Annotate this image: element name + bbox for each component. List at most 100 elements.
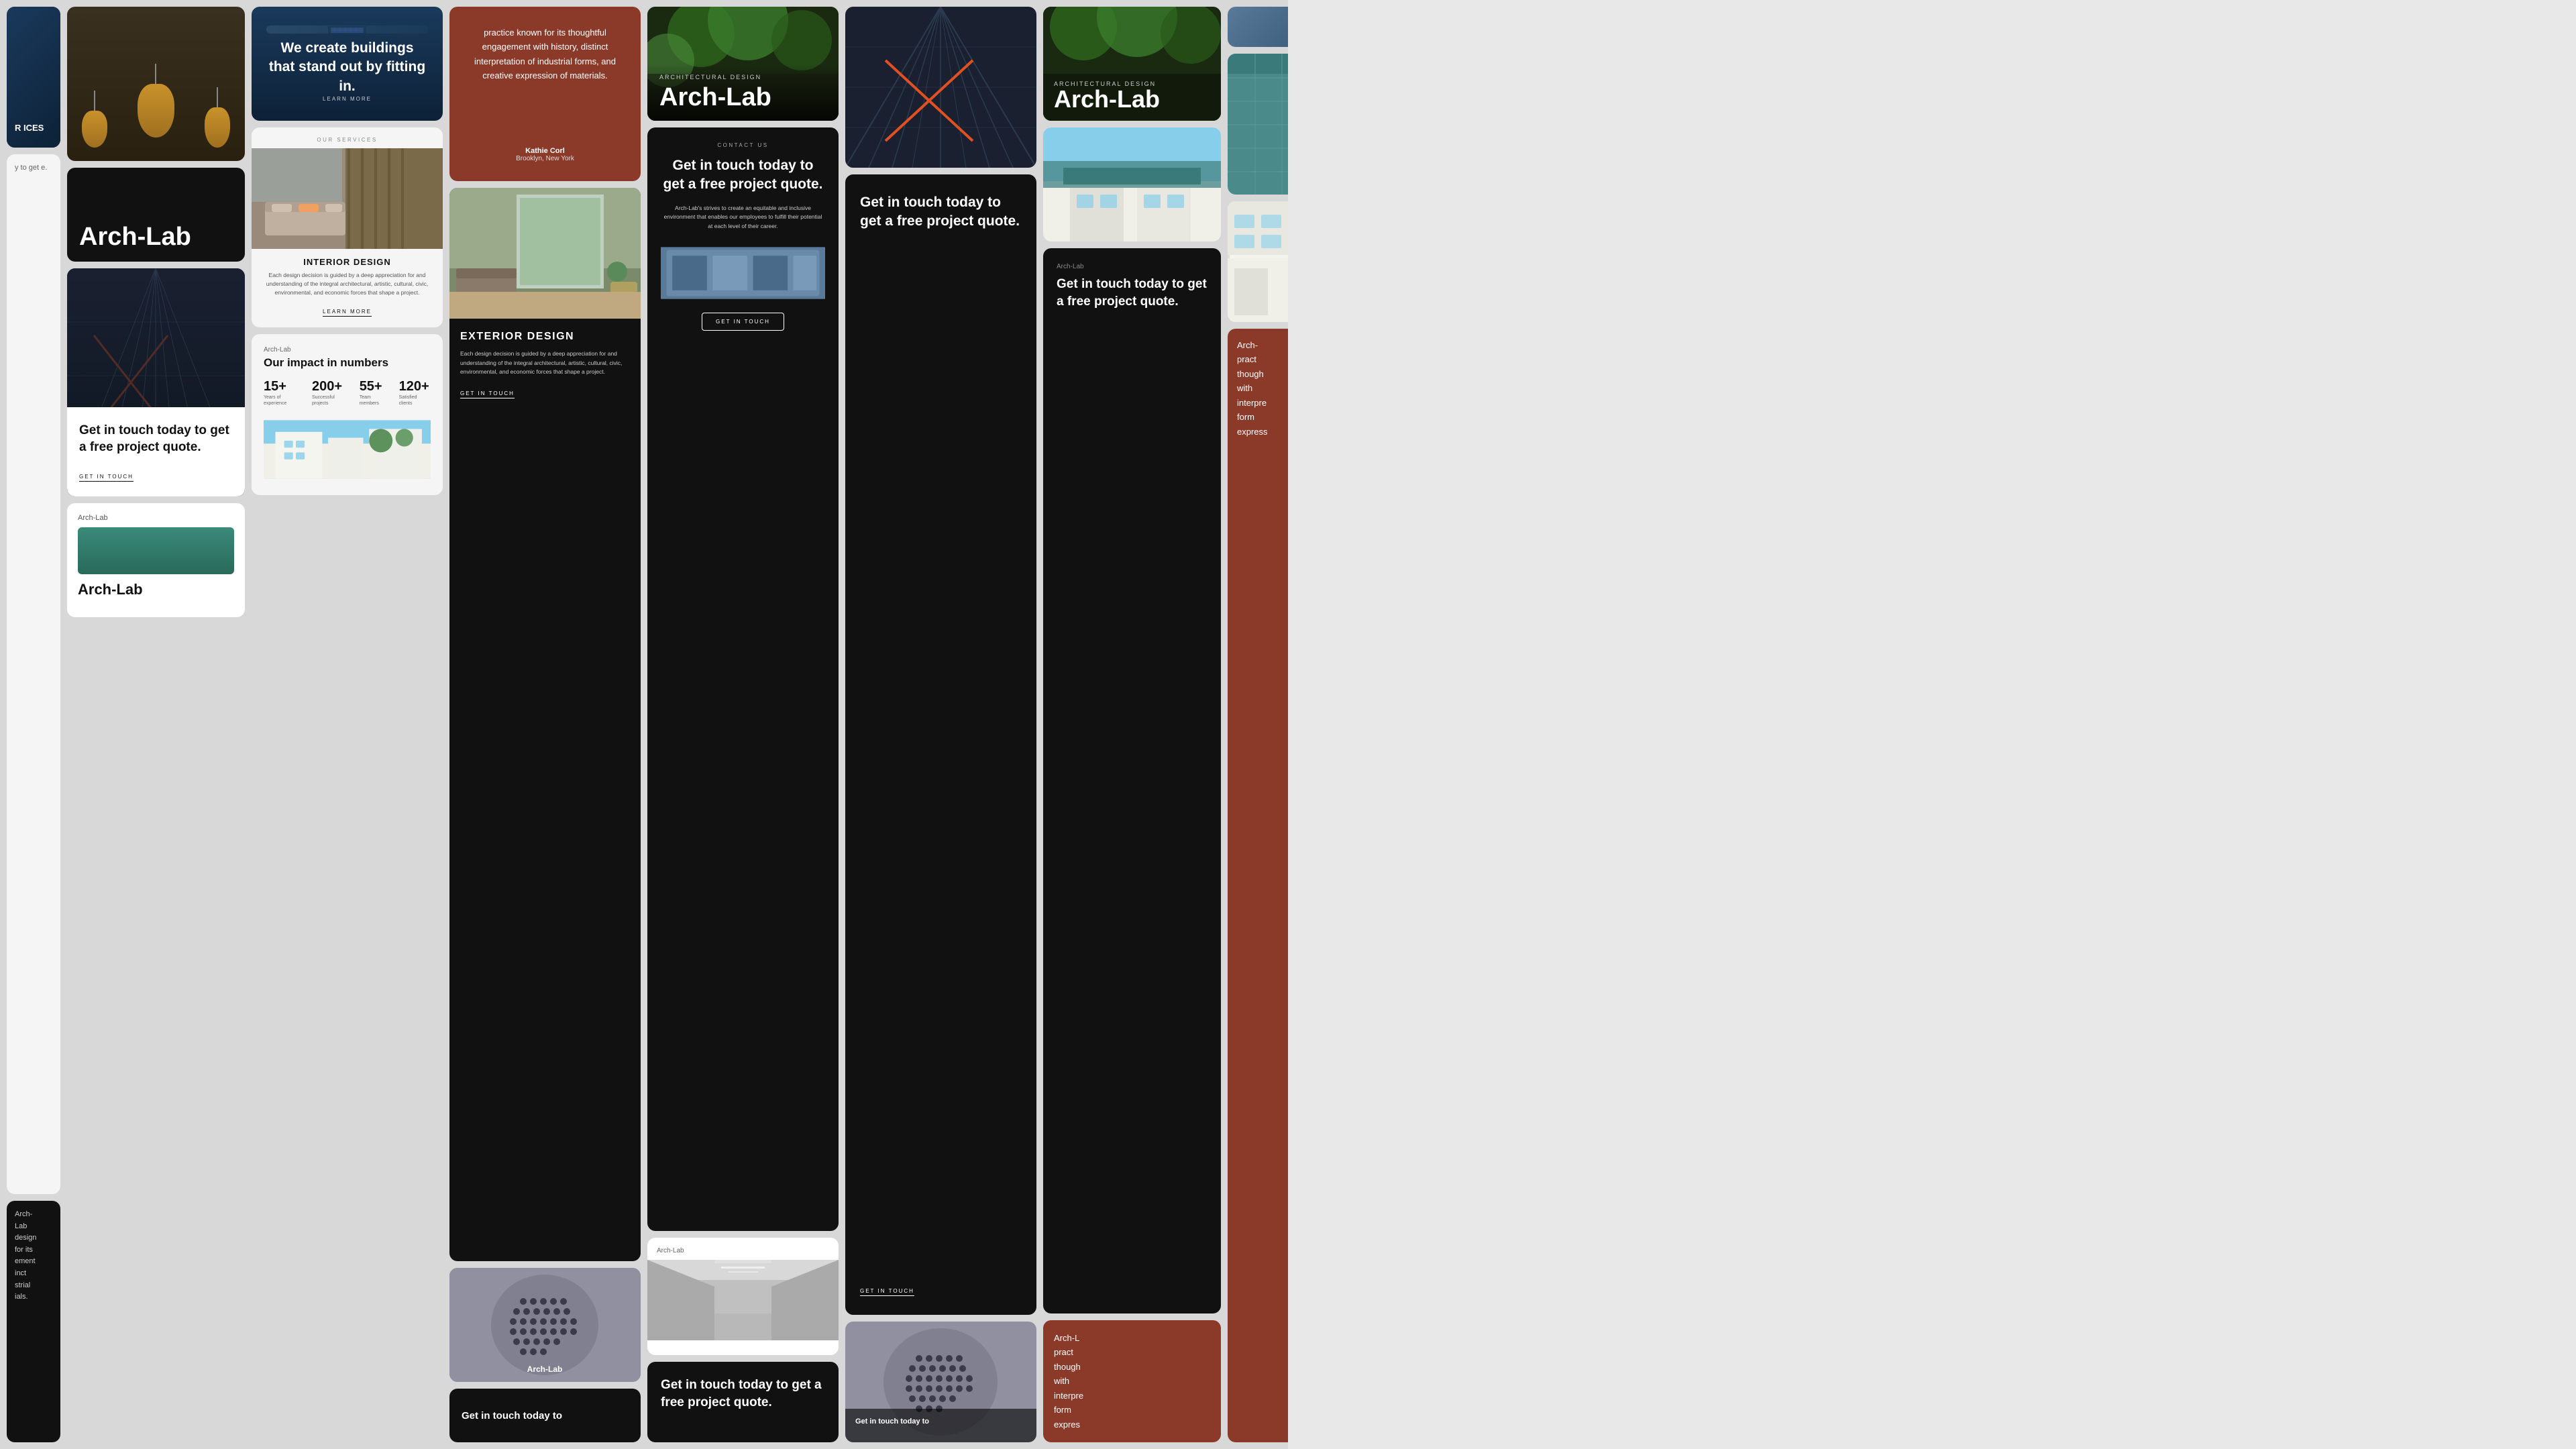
arch-design-title: Arch-Lab (659, 85, 826, 110)
col6-building-card (845, 7, 1036, 168)
archlab-corridor-label: Arch-Lab (647, 1238, 839, 1260)
col7-testimonial-text: Arch-Lpractthoughwithinterpreformexpres (1054, 1331, 1210, 1432)
col8-white-svg (1228, 201, 1288, 322)
impact-title: Our impact in numbers (264, 356, 431, 370)
contact-label: CONTACT US (661, 142, 825, 148)
white-arch-svg (264, 416, 431, 483)
author-name: Kathie Corl (464, 147, 626, 155)
archlab-logo-card-1: Arch-Lab (67, 168, 245, 262)
buildings-quote-cta[interactable]: LEARN MORE (266, 96, 428, 102)
partial-text-2: y to get e. (15, 162, 52, 174)
stat-team-num: 55+ (360, 379, 391, 394)
get-in-touch-overlay: Get in touch today to get a free project… (67, 407, 245, 496)
exterior-svg (449, 188, 641, 319)
white-arch-img (264, 416, 431, 483)
col6-building-svg (845, 7, 1036, 168)
testimonial-text: practice known for its thoughtful engage… (464, 25, 626, 83)
col8-teal-svg (1228, 54, 1288, 195)
archlab-big-text: Arch-Lab (78, 581, 234, 598)
column-1: R ICES y to get e. Arch-Labdesignfor its… (7, 7, 60, 1442)
stat-projects: 200+ Successful projects (312, 379, 352, 407)
col7-arch-design-card: Architectural Design Arch-Lab (1043, 7, 1221, 121)
partial-text-3: Arch-Labdesignfor itsementinctstrialials… (15, 1209, 52, 1303)
stat-clients: 120+ Satisfied clients (399, 379, 431, 407)
testimonial-author: Kathie Corl Brooklyn, New York (464, 147, 626, 162)
col6-get-in-touch-card: Get in touch today to get a free project… (845, 174, 1036, 1315)
main-layout: R ICES y to get e. Arch-Labdesignfor its… (0, 0, 1288, 1449)
svg-text:Get in touch today to: Get in touch today to (855, 1417, 929, 1426)
exterior-cta-btn[interactable]: GET IN TOUCH (460, 390, 515, 398)
col8-img-1 (1228, 7, 1288, 47)
contact-cta-wrapper: GET IN TOUCH (661, 313, 825, 331)
col7-building-facade (1043, 127, 1221, 241)
buildings-quote-card: We create buildings that stand out by fi… (252, 7, 443, 121)
get-in-touch-cta-btn[interactable]: GET IN TOUCH (79, 474, 133, 482)
buildings-quote-text: We create buildings that stand out by fi… (266, 39, 428, 96)
col8-testimonial-partial: Arch-practthoughwithinterpreformexpress (1228, 329, 1288, 1442)
col6-perforated-svg: Get in touch today to (845, 1322, 1036, 1442)
col7-testimonial-partial: Arch-Lpractthoughwithinterpreformexpres (1043, 1320, 1221, 1442)
interior-cta-btn[interactable]: LEARN MORE (323, 309, 372, 317)
col7-contact-title: Get in touch today to get a free project… (1057, 276, 1208, 310)
perforated-svg: Arch-Lab (449, 1268, 641, 1382)
col8-partial-text: Arch-practthoughwithinterpreformexpress (1237, 338, 1288, 439)
stat-projects-label: Successful projects (312, 394, 352, 407)
col7-contact-card: Arch-Lab Get in touch today to get a fre… (1043, 248, 1221, 1313)
column-7: Architectural Design Arch-Lab (1043, 7, 1221, 1442)
pendant-lights-image (67, 7, 245, 161)
archlab-logo-card-2: Arch-Lab Arch-Lab (67, 503, 245, 617)
contact-desc: Arch-Lab's strives to create an equitabl… (661, 204, 825, 231)
stat-projects-num: 200+ (312, 379, 352, 394)
interior-svg (252, 148, 443, 249)
testimonial-card: practice known for its thoughtful engage… (449, 7, 641, 181)
services-label: OUR SERVICES (252, 127, 443, 148)
round-building-card: Arch-Lab (449, 1268, 641, 1382)
col7-arch-title: Arch-Lab (1054, 87, 1210, 111)
col7-archlab-label: Arch-Lab (1057, 263, 1208, 270)
interior-cta-wrapper: LEARN MORE (252, 305, 443, 327)
archlab-logo-text-1: Arch-Lab (79, 224, 233, 250)
col8-white-card (1228, 201, 1288, 322)
svg-text:Arch-Lab: Arch-Lab (527, 1364, 563, 1374)
partial-light-card-mid: y to get e. (7, 154, 60, 1194)
exterior-desc: Each design decision is guided by a deep… (460, 350, 630, 377)
pendant-1 (82, 111, 107, 148)
partial-dark-card-bottom: Arch-Labdesignfor itsementinctstrialials… (7, 1201, 60, 1442)
get-in-touch-bottom-text: Get in touch today to (462, 1409, 562, 1423)
col6-cta-btn[interactable]: GET IN TOUCH (860, 1288, 914, 1296)
stat-clients-num: 120+ (399, 379, 431, 394)
corridor-img (647, 1260, 839, 1340)
building-svg (266, 26, 428, 34)
interior-design-card: OUR SERVICES (252, 127, 443, 327)
partial-dark-card-top: R ICES (7, 7, 60, 148)
stat-team: 55+ Team members (360, 379, 391, 407)
col6-perforated-card: Get in touch today to (845, 1322, 1036, 1442)
exterior-img-container (449, 188, 641, 319)
pendant-lights-card (67, 7, 245, 161)
archlab-get-in-touch-2: Get in touch today to get a free project… (647, 1362, 839, 1442)
col6-cta-wrapper: GET IN TOUCH (860, 1284, 1022, 1296)
partial-text-1: R ICES (15, 122, 44, 134)
get-in-touch-title: Get in touch today to get a free project… (79, 422, 233, 456)
col7-arch-content: Architectural Design Arch-Lab (1054, 80, 1210, 111)
interior-title: INTERIOR DESIGN (252, 249, 443, 271)
column-5: Architectural Design Arch-Lab CONTACT US… (647, 7, 839, 1442)
arch-design-label: Architectural Design (659, 74, 826, 80)
archlab-numbers-label: Arch-Lab (264, 346, 431, 354)
building-img-placeholder (266, 25, 428, 34)
contact-us-card: CONTACT US Get in touch today to get a f… (647, 127, 839, 1231)
column-2: Arch-Lab (67, 7, 245, 1442)
stat-team-label: Team members (360, 394, 391, 407)
pendant-3 (205, 107, 230, 148)
interior-desc: Each design decision is guided by a deep… (252, 271, 443, 305)
get-in-touch-bottom-card: Get in touch today to (449, 1389, 641, 1442)
stat-years: 15+ Years of experience (264, 379, 304, 407)
archlab-label-2: Arch-Lab (78, 514, 234, 522)
perforated-building: Arch-Lab (449, 1268, 641, 1382)
contact-cta-btn[interactable]: GET IN TOUCH (702, 313, 784, 331)
numbers-card: Arch-Lab Our impact in numbers 15+ Years… (252, 334, 443, 495)
contact-img (661, 243, 825, 303)
archlab-contact2-title: Get in touch today to get a free project… (661, 1377, 825, 1411)
stat-clients-label: Satisfied clients (399, 394, 431, 407)
archlab-corridor-card: Arch-Lab (647, 1238, 839, 1355)
